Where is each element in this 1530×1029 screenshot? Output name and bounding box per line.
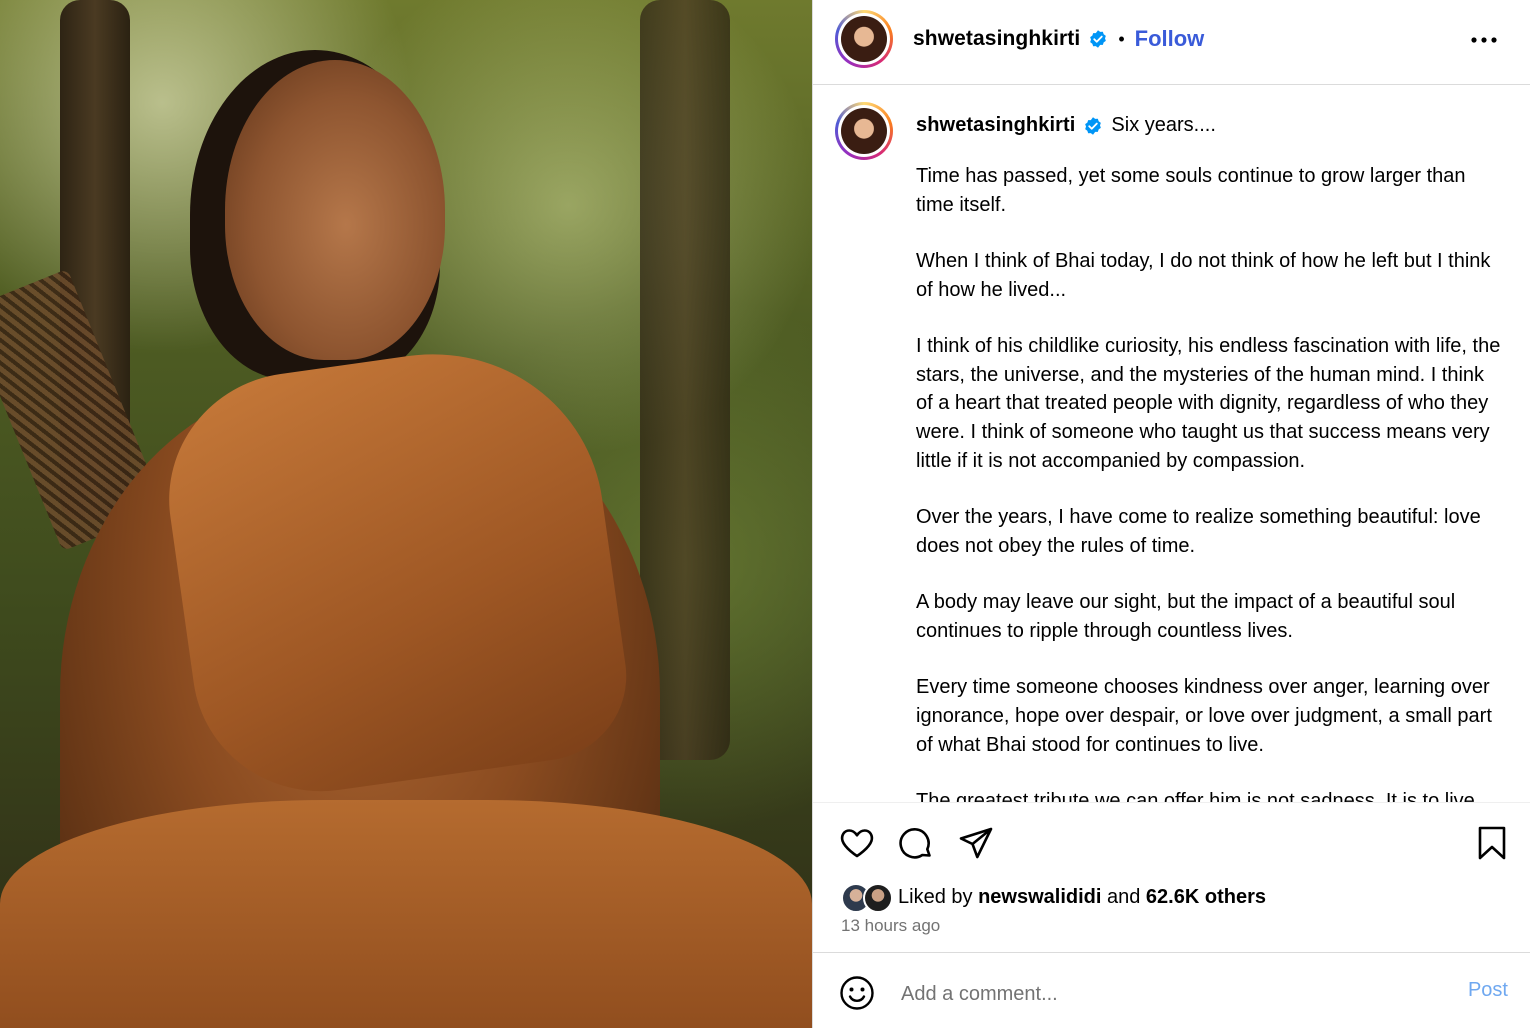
action-bar: Liked by newswalididi and 62.6K others 1… [813,802,1530,953]
username-link[interactable]: shwetasinghkirti [913,27,1080,51]
likes-prefix: Liked by [898,885,973,908]
caption-lead: Six years.... [1111,114,1216,136]
post-panel: shwetasinghkirti • Follow shwetasinghkir… [812,0,1530,1028]
caption-paragraph: Every time someone chooses kindness over… [916,675,1492,756]
header-user: shwetasinghkirti • Follow [913,26,1204,52]
send-icon[interactable] [958,825,994,861]
likes-count[interactable]: 62.6K others [1146,886,1266,909]
caption-header: shwetasinghkirti Six years.... [916,114,1216,137]
caption-paragraph: I think of his childlike curiosity, his … [916,334,1501,473]
emoji-icon[interactable] [839,975,875,1011]
figure-legs [0,800,812,1028]
comment-bar: Post [813,952,1530,1029]
likes-middle: and [1106,885,1141,908]
likes-summary: Liked by newswalididi and 62.6K others [841,883,1266,913]
heart-icon[interactable] [839,825,875,861]
post-timestamp[interactable]: 13 hours ago [841,916,940,936]
caption-paragraph: When I think of Bhai today, I do not thi… [916,249,1491,301]
more-options-icon[interactable] [1468,28,1500,52]
caption-username[interactable]: shwetasinghkirti [916,114,1075,137]
post-image[interactable] [0,0,812,1028]
caption-paragraph: Over the years, I have come to realize s… [916,506,1481,558]
verified-badge-icon [1090,30,1107,48]
caption-paragraph: Time has passed, yet some souls continue… [916,165,1466,216]
caption-text: Time has passed, yet some souls continue… [916,162,1506,802]
figure-head [225,60,445,360]
caption-avatar[interactable] [835,102,893,160]
post-comment-button[interactable]: Post [1468,979,1508,1002]
verified-badge-icon [1085,116,1102,135]
liked-by-user[interactable]: newswalididi [978,886,1101,909]
follow-button[interactable]: Follow [1135,26,1205,52]
caption-paragraph: The greatest tribute we can offer him is… [916,789,1475,803]
bookmark-icon[interactable] [1476,825,1508,861]
avatar [863,883,893,913]
post-header: shwetasinghkirti • Follow [813,0,1530,85]
caption-area[interactable]: shwetasinghkirti Six years.... Time has … [813,84,1530,802]
avatar[interactable] [835,10,893,68]
liker-avatars[interactable] [841,883,895,913]
figure-cloth [152,332,638,808]
separator-dot: • [1118,28,1125,49]
comment-icon[interactable] [898,825,934,861]
comment-input[interactable] [899,971,1443,1017]
instagram-post: shwetasinghkirti • Follow shwetasinghkir… [0,0,1530,1028]
caption-paragraph: A body may leave our sight, but the impa… [916,590,1456,642]
